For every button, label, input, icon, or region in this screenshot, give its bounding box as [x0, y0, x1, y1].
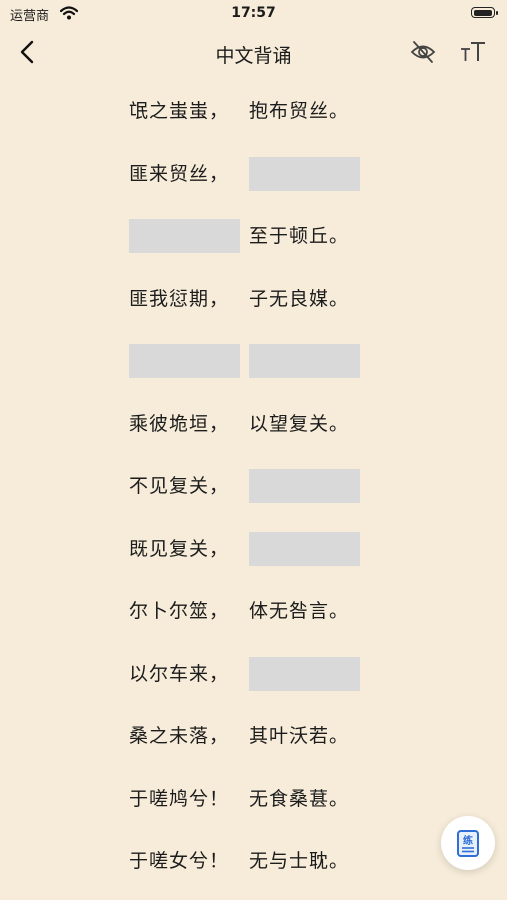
poem-phrase: 以望复关。	[249, 412, 350, 435]
poem-phrase: 无食桑葚。	[249, 787, 350, 810]
poem-phrase: 匪来贸丝，	[129, 162, 230, 185]
poem-phrase: 不见复关，	[129, 475, 230, 497]
poem-line: 氓之蚩蚩， 抱布贸丝。	[0, 79, 507, 142]
battery-level	[473, 9, 492, 16]
status-time: 17:57	[231, 5, 276, 21]
hidden-phrase-mask[interactable]	[249, 656, 360, 691]
poem-line: 既见复关，	[0, 517, 507, 580]
poem-line: 于嗟鸠兮！ 无食桑葚。	[0, 767, 507, 830]
toggle-hide-button[interactable]	[409, 39, 437, 65]
poem-line: 至于顿丘。	[0, 204, 507, 267]
poem-phrase: 于嗟女兮！	[129, 850, 230, 872]
hidden-phrase-mask[interactable]	[249, 531, 360, 566]
hidden-phrase-mask[interactable]	[249, 469, 360, 503]
hidden-phrase-mask[interactable]	[129, 344, 240, 378]
poem-line: 以尔车来，	[0, 642, 507, 705]
poem-phrase: 以尔车来，	[129, 662, 230, 685]
poem-phrase: 体无咎言。	[249, 600, 350, 622]
poem-phrase: 既见复关，	[129, 537, 230, 560]
poem-line: 乘彼垝垣， 以望复关。	[0, 392, 507, 455]
battery-icon	[471, 7, 498, 18]
poem-phrase: 乘彼垝垣，	[129, 412, 230, 435]
practice-button[interactable]: 练	[441, 816, 495, 870]
hidden-phrase-mask[interactable]	[129, 219, 240, 253]
poem-phrase: 子无良媒。	[249, 287, 350, 310]
poem-phrase: 匪我愆期，	[129, 287, 230, 310]
poem-line: 桑之未落， 其叶沃若。	[0, 704, 507, 767]
font-size-icon	[461, 42, 485, 61]
poem-phrase: 至于顿丘。	[249, 225, 350, 247]
poem-phrase: 尔卜尔筮，	[129, 600, 230, 622]
poem-phrase: 其叶沃若。	[249, 725, 350, 747]
nav-bar: 中文背诵	[0, 30, 507, 74]
poem-phrase: 无与士耽。	[249, 850, 350, 872]
hidden-phrase-mask[interactable]	[249, 156, 360, 191]
practice-label: 练	[463, 836, 473, 847]
font-size-button[interactable]	[459, 39, 487, 65]
poem-phrase: 抱布贸丝。	[249, 100, 350, 122]
poem-line: 匪我愆期， 子无良媒。	[0, 267, 507, 330]
poem-line: 于嗟女兮！ 无与士耽。	[0, 829, 507, 892]
poem-line: 匪来贸丝，	[0, 142, 507, 205]
poem-line: 尔卜尔筮， 体无咎言。	[0, 579, 507, 642]
status-bar: 运营商 17:57	[0, 0, 507, 28]
poem-text: 氓之蚩蚩， 抱布贸丝。匪来贸丝， 至于顿丘。匪我愆期， 子无良媒。乘彼垝垣， 以望复关。…	[0, 79, 507, 892]
poem-line: 不见复关，	[0, 454, 507, 517]
hidden-phrase-mask[interactable]	[249, 344, 360, 378]
poem-phrase: 氓之蚩蚩，	[129, 100, 230, 122]
poem-phrase: 桑之未落，	[129, 725, 230, 747]
eye-off-icon	[410, 41, 436, 63]
poem-line	[0, 329, 507, 392]
poem-phrase: 于嗟鸠兮！	[129, 787, 230, 810]
